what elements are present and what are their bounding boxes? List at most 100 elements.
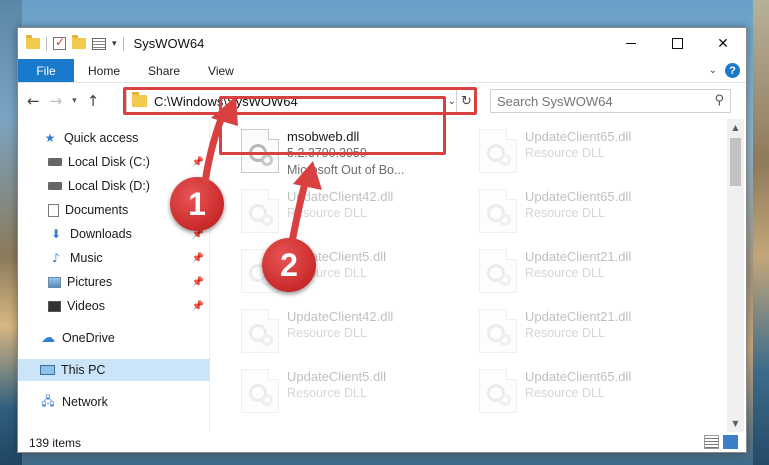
network-icon: 🖧 [41, 393, 55, 408]
properties-icon[interactable] [92, 37, 106, 50]
sidebar-item-label: Local Disk (D:) [68, 179, 150, 193]
tab-home[interactable]: Home [74, 59, 134, 82]
minimize-button[interactable] [608, 28, 654, 59]
dll-file-icon [479, 189, 517, 233]
navigation-pane: ★ Quick access Local Disk (C:) 📌 Local D… [18, 119, 210, 432]
status-bar: 139 items [18, 432, 746, 452]
recent-locations-icon[interactable]: ▾ [72, 96, 77, 106]
tab-share[interactable]: Share [134, 59, 194, 82]
dll-file-icon [241, 369, 279, 413]
sidebar-item-pictures[interactable]: Pictures 📌 [18, 271, 210, 293]
ribbon-tabs: File Home Share View ⌄ ? [18, 59, 746, 83]
tab-view[interactable]: View [194, 59, 248, 82]
sidebar-item-music[interactable]: ♪ Music 📌 [18, 247, 210, 269]
sidebar-item-network[interactable]: 🖧 Network [18, 391, 210, 413]
file-item[interactable]: UpdateClient42.dll Resource DLL [237, 305, 467, 359]
nav-buttons: ← → ▾ ↑ [27, 92, 99, 110]
toolbar-divider [122, 36, 124, 51]
sidebar-item-label: OneDrive [62, 331, 115, 345]
file-description: Resource DLL [525, 206, 605, 220]
file-info: UpdateClient65.dll Resource DLL [525, 125, 631, 179]
file-description: Microsoft Out of Bo... [287, 163, 405, 177]
star-icon: ★ [44, 131, 56, 145]
file-name: UpdateClient65.dll [525, 189, 632, 204]
file-description: Resource DLL [525, 146, 605, 160]
sidebar-item-label: Videos [67, 299, 105, 313]
vertical-scrollbar[interactable]: ▲ ▼ [727, 119, 744, 432]
scroll-up-icon[interactable]: ▲ [727, 119, 744, 136]
file-highlight-box [219, 96, 446, 155]
scroll-down-icon[interactable]: ▼ [727, 415, 744, 432]
sidebar-item-this-pc[interactable]: This PC [18, 359, 210, 381]
properties-check-icon[interactable] [53, 35, 66, 50]
folder-icon[interactable] [26, 35, 40, 49]
file-item[interactable]: UpdateClient65.dll Resource DLL [475, 365, 705, 419]
dll-file-icon [479, 369, 517, 413]
pin-icon[interactable]: 📌 [192, 301, 204, 312]
callout-badge-2: 2 [262, 238, 316, 292]
sidebar-item-videos[interactable]: Videos 📌 [18, 295, 210, 317]
toolbar-divider [46, 36, 47, 51]
details-view-icon[interactable] [704, 435, 719, 449]
file-item[interactable]: UpdateClient5.dll Resource DLL [237, 365, 467, 419]
dll-file-icon [479, 309, 517, 353]
sidebar-item-label: Music [70, 251, 103, 265]
ribbon-right-controls: ⌄ ? [709, 59, 746, 82]
forward-arrow-icon[interactable]: → [50, 92, 63, 110]
up-arrow-icon[interactable]: ↑ [87, 92, 100, 110]
sidebar-item-label: Downloads [70, 227, 132, 241]
file-info: UpdateClient42.dll Resource DLL [287, 305, 393, 359]
pin-icon[interactable]: 📌 [192, 253, 204, 264]
refresh-icon[interactable]: ↻ [456, 89, 476, 113]
drive-icon [48, 158, 62, 166]
file-item[interactable]: UpdateClient21.dll Resource DLL [475, 245, 705, 299]
file-info: UpdateClient65.dll Resource DLL [525, 185, 631, 239]
sidebar-item-local-disk-c[interactable]: Local Disk (C:) 📌 [18, 151, 210, 173]
expand-ribbon-icon[interactable]: ⌄ [709, 65, 717, 76]
file-description: Resource DLL [525, 326, 605, 340]
desktop-wallpaper-right [753, 0, 769, 465]
window-controls: ✕ [608, 28, 746, 59]
sidebar-item-onedrive[interactable]: ☁ OneDrive [18, 327, 210, 349]
file-item[interactable]: UpdateClient65.dll Resource DLL [475, 125, 705, 179]
quick-access-toolbar: ▾ [26, 35, 124, 51]
sidebar-item-quick-access[interactable]: ★ Quick access [18, 127, 210, 149]
videos-icon [48, 300, 61, 312]
search-input[interactable] [497, 93, 697, 109]
pictures-icon [48, 276, 61, 288]
scrollbar-thumb[interactable] [730, 138, 741, 186]
tab-file[interactable]: File [18, 59, 74, 82]
explorer-window: ▾ SysWOW64 ✕ File Home Share View ⌄ ? ← … [17, 27, 747, 453]
new-folder-icon[interactable] [72, 35, 86, 49]
file-description: Resource DLL [287, 326, 367, 340]
customize-toolbar-icon[interactable]: ▾ [112, 39, 117, 49]
download-icon: ⬇ [50, 227, 62, 241]
sidebar-item-label: Documents [65, 203, 129, 217]
file-description: Resource DLL [525, 266, 605, 280]
item-count: 139 items [29, 435, 82, 450]
title-bar: ▾ SysWOW64 ✕ [18, 28, 746, 59]
sidebar-item-label: Network [62, 395, 108, 409]
file-item[interactable]: UpdateClient65.dll Resource DLL [475, 185, 705, 239]
pin-icon[interactable]: 📌 [192, 277, 204, 288]
file-info: UpdateClient5.dll Resource DLL [287, 365, 386, 419]
document-icon [48, 203, 59, 217]
sidebar-item-label: This PC [61, 363, 106, 377]
music-icon: ♪ [52, 251, 60, 265]
window-title: SysWOW64 [133, 36, 205, 51]
file-description: Resource DLL [525, 386, 605, 400]
search-icon[interactable]: ⚲ [714, 93, 724, 108]
callout-badge-1: 1 [170, 177, 224, 231]
file-item[interactable]: UpdateClient21.dll Resource DLL [475, 305, 705, 359]
file-info: UpdateClient21.dll Resource DLL [525, 305, 631, 359]
help-icon[interactable]: ? [725, 63, 740, 78]
close-button[interactable]: ✕ [700, 28, 746, 59]
large-icons-view-icon[interactable] [723, 435, 738, 449]
file-name: UpdateClient42.dll [287, 189, 394, 204]
maximize-button[interactable] [654, 28, 700, 59]
address-dropdown-icon[interactable]: ⌄ [448, 96, 456, 107]
pin-icon[interactable]: 📌 [192, 157, 204, 168]
file-item[interactable]: UpdateClient42.dll Resource DLL [237, 185, 467, 239]
back-arrow-icon[interactable]: ← [27, 92, 40, 110]
search-box[interactable]: ⚲ [490, 89, 731, 113]
